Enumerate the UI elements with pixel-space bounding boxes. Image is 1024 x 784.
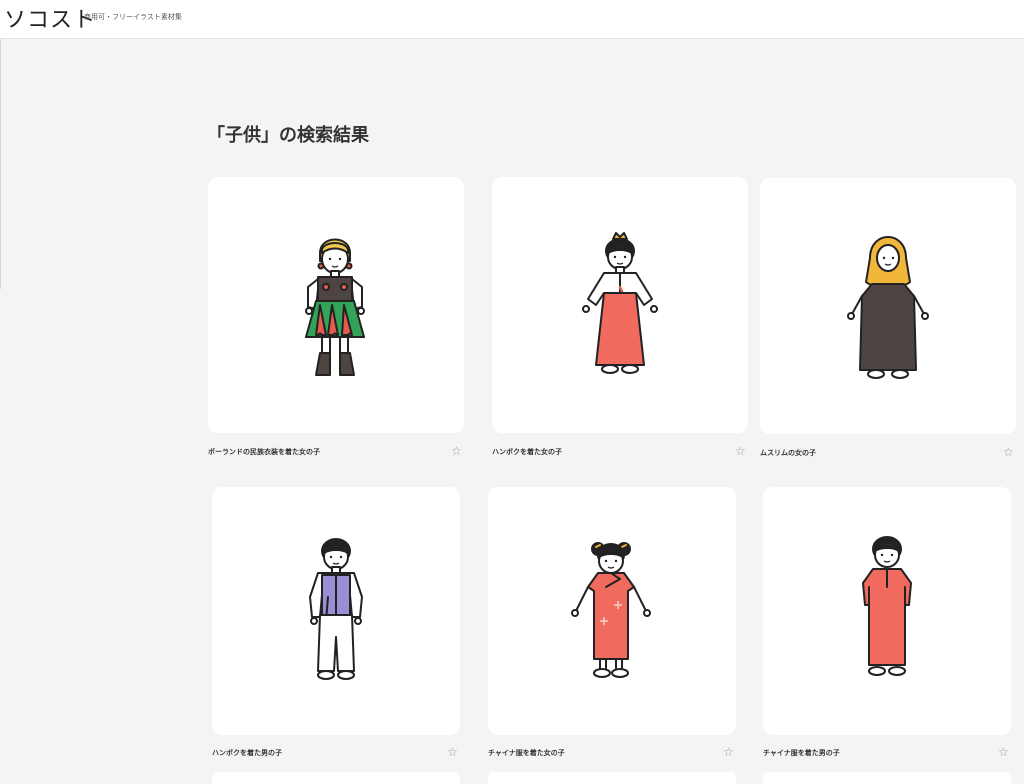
site-tagline: 商用可・フリーイラスト素材集	[84, 13, 182, 21]
star-outline-icon[interactable]: ☆	[723, 746, 734, 758]
result-card[interactable]	[488, 487, 736, 735]
star-outline-icon[interactable]: ☆	[735, 445, 746, 457]
muslim-girl-illustration	[847, 236, 929, 379]
hanbok-girl-illustration	[582, 232, 658, 374]
star-outline-icon[interactable]: ☆	[1003, 446, 1014, 458]
result-card[interactable]	[488, 772, 736, 784]
hanbok-boy-illustration	[309, 538, 363, 680]
china-dress-boy-illustration	[862, 536, 912, 676]
star-outline-icon[interactable]: ☆	[451, 445, 462, 457]
result-card[interactable]	[760, 178, 1016, 434]
star-outline-icon[interactable]: ☆	[447, 746, 458, 758]
site-logo[interactable]: ソコスト	[4, 2, 96, 34]
site-header: ソコスト 商用可・フリーイラスト素材集	[0, 0, 1024, 39]
china-dress-girl-illustration	[571, 542, 651, 678]
left-divider	[0, 39, 1, 289]
result-title[interactable]: ハンボクを着た女の子	[492, 447, 562, 457]
polish-girl-illustration	[305, 238, 365, 376]
result-card[interactable]	[763, 772, 1011, 784]
page-title: 「子供」の検索結果	[207, 125, 369, 146]
result-card[interactable]	[212, 487, 460, 735]
result-card[interactable]	[212, 772, 460, 784]
result-title[interactable]: ポーランドの民族衣装を着た女の子	[208, 447, 320, 457]
star-outline-icon[interactable]: ☆	[998, 746, 1009, 758]
result-title[interactable]: ハンボクを着た男の子	[212, 748, 282, 758]
result-card[interactable]	[208, 177, 464, 433]
result-card[interactable]	[492, 177, 748, 433]
result-title[interactable]: ムスリムの女の子	[760, 448, 816, 458]
result-card[interactable]	[763, 487, 1011, 735]
result-title[interactable]: チャイナ服を着た男の子	[763, 748, 840, 758]
result-title[interactable]: チャイナ服を着た女の子	[488, 748, 565, 758]
